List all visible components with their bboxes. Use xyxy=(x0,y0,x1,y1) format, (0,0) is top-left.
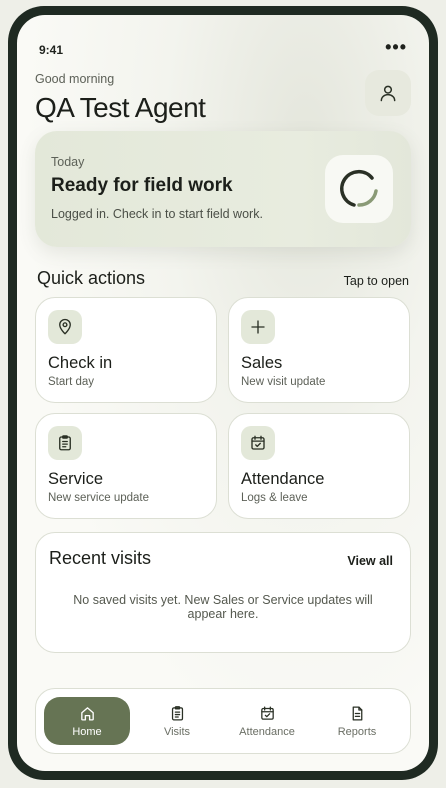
more-icon[interactable]: ••• xyxy=(385,37,407,58)
phone-frame: 9:41 ••• Good morning QA Test Agent Toda… xyxy=(8,6,438,780)
tile-subtitle: Start day xyxy=(48,376,95,388)
home-icon xyxy=(79,705,96,723)
map-pin-icon xyxy=(48,310,82,344)
nav-visits[interactable]: Visits xyxy=(134,697,220,745)
quick-actions-title: Quick actions xyxy=(37,268,146,288)
document-icon xyxy=(349,705,366,723)
bottom-nav: Home Visits Attendance Reports xyxy=(35,688,411,754)
recent-visits-title: Recent visits xyxy=(49,548,152,568)
tile-subtitle: Logs & leave xyxy=(241,492,308,504)
calendar-check-icon xyxy=(241,426,275,460)
user-icon xyxy=(380,85,396,102)
nav-label: Reports xyxy=(337,725,377,738)
clipboard-list-icon xyxy=(48,426,82,460)
status-card-title: Ready for field work xyxy=(51,175,233,196)
quick-actions-hint: Tap to open xyxy=(343,274,409,288)
status-card-subtitle: Logged in. Check in to start field work. xyxy=(51,207,263,221)
attendance-tile[interactable]: Attendance Logs & leave xyxy=(228,413,410,519)
service-tile[interactable]: Service New service update xyxy=(35,413,217,519)
status-time: 9:41 xyxy=(39,43,64,57)
profile-button[interactable] xyxy=(365,70,411,116)
status-indicator xyxy=(325,155,393,223)
view-all-link[interactable]: View all xyxy=(347,554,393,568)
nav-attendance[interactable]: Attendance xyxy=(224,697,310,745)
app-screen: 9:41 ••• Good morning QA Test Agent Toda… xyxy=(17,15,429,771)
nav-reports[interactable]: Reports xyxy=(314,697,400,745)
status-card-label: Today xyxy=(51,155,85,169)
nav-home[interactable]: Home xyxy=(44,697,130,745)
status-card: Today Ready for field work Logged in. Ch… xyxy=(35,131,411,247)
nav-label: Attendance xyxy=(239,725,295,738)
sales-tile[interactable]: Sales New visit update xyxy=(228,297,410,403)
tile-subtitle: New visit update xyxy=(241,376,326,388)
clipboard-icon xyxy=(169,705,186,723)
tile-label: Sales xyxy=(241,354,283,372)
agent-name: QA Test Agent xyxy=(35,92,206,123)
nav-label: Visits xyxy=(163,725,191,738)
recent-visits-card: Recent visits View all No saved visits y… xyxy=(35,532,411,653)
tile-label: Attendance xyxy=(241,470,325,488)
nav-label: Home xyxy=(72,725,102,738)
greeting: Good morning xyxy=(35,72,115,86)
tile-label: Check in xyxy=(48,354,113,372)
check-in-tile[interactable]: Check in Start day xyxy=(35,297,217,403)
tile-label: Service xyxy=(48,470,104,488)
calendar-check-icon xyxy=(259,705,276,723)
recent-visits-empty-text: No saved visits yet. New Sales or Servic… xyxy=(73,593,373,621)
loading-spinner-icon xyxy=(340,170,378,207)
tile-subtitle: New service update xyxy=(48,492,149,504)
plus-icon xyxy=(241,310,275,344)
